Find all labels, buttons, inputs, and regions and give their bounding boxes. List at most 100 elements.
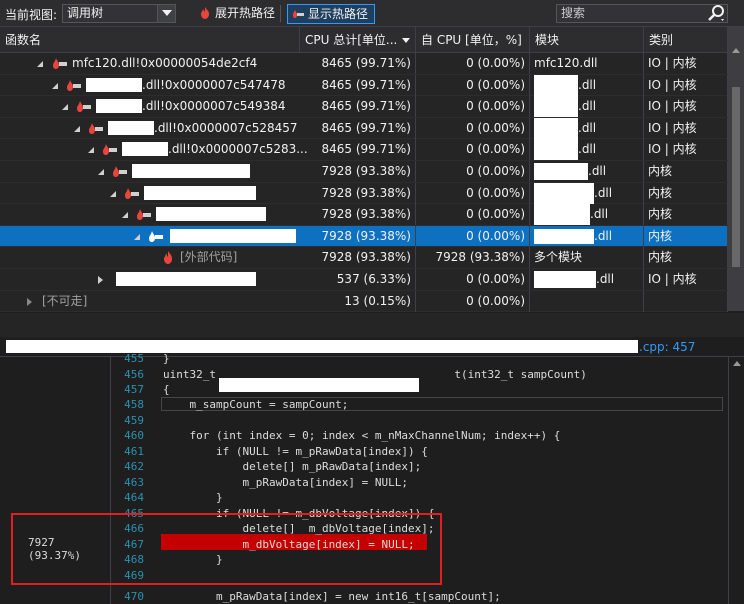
code-line: for (int index = 0; index < m_nMaxChanne… xyxy=(163,429,561,442)
collapse-toggle-icon[interactable] xyxy=(98,276,103,284)
cpu-total-cell: 8465 (99.71%) xyxy=(300,117,416,139)
editor-scrollbar[interactable] xyxy=(728,357,744,604)
annotation-highlight-box xyxy=(11,513,442,585)
line-number: 456 xyxy=(124,367,144,381)
table-row[interactable]: 537 (6.33%) 0 (0.00%) .dll IO | 内核 xyxy=(0,269,728,291)
search-input[interactable]: 搜索 xyxy=(556,4,728,23)
source-file-link[interactable]: .cpp: 457 xyxy=(639,340,695,354)
scroll-thumb[interactable] xyxy=(732,87,740,267)
line-number: 461 xyxy=(124,444,144,458)
function-name-cell: mfc120.dll!0x00000054de2cf4 xyxy=(0,53,300,74)
cpu-total-cell: 7928 (93.38%) xyxy=(300,161,416,182)
function-name-cell: .dll!0x0000007c547478 xyxy=(0,75,300,96)
code-line: m_pRawData[index] = NULL; xyxy=(163,475,409,489)
toolbar-divider xyxy=(280,5,281,22)
sort-desc-icon xyxy=(402,38,410,43)
table-row-selected[interactable]: 7928 (93.38%) 0 (0.00%) .dll 内核 xyxy=(0,225,728,248)
self-cpu-cell: 7928 (93.38%) xyxy=(416,247,530,269)
redacted-block xyxy=(534,228,594,244)
module-name: .dll xyxy=(578,142,597,157)
redacted-block xyxy=(534,96,578,118)
panel-splitter[interactable] xyxy=(0,313,744,337)
code-line: delete[] m_pRawData[index]; xyxy=(163,460,422,473)
expand-toggle-icon[interactable] xyxy=(110,190,116,197)
chevron-down-icon[interactable] xyxy=(157,5,175,22)
show-hot-path-button[interactable]: 显示热路径 xyxy=(287,4,376,24)
search-icon[interactable] xyxy=(707,5,725,23)
line-number: 464 xyxy=(124,491,144,504)
module-name: .dll xyxy=(590,207,609,222)
category-cell: 内核 xyxy=(644,225,728,247)
expand-toggle-icon[interactable] xyxy=(37,61,43,67)
code-line: } xyxy=(163,352,170,365)
scroll-up-icon[interactable] xyxy=(732,48,740,53)
redacted-block xyxy=(534,271,596,288)
table-row[interactable]: .dll!0x0000007c547478 8465 (99.71%) 0 (0… xyxy=(0,74,728,97)
expand-hot-path-button[interactable]: 展开热路径 xyxy=(195,4,281,24)
table-row[interactable]: .dll!0x0000007c528457 8465 (99.71%) 0 (0… xyxy=(0,117,728,140)
table-row[interactable]: 7928 (93.38%) 0 (0.00%) .dll 内核 xyxy=(0,161,728,183)
function-name-cell xyxy=(0,183,300,204)
hot-path-icon xyxy=(89,122,103,134)
self-cpu-cell: 0 (0.00%) xyxy=(416,204,530,226)
module-name: .dll xyxy=(596,272,615,286)
vertical-scrollbar[interactable] xyxy=(728,27,744,311)
view-select[interactable]: 调用树 xyxy=(62,4,176,23)
category-cell: 内核 xyxy=(644,161,728,182)
line-number: 457 xyxy=(124,382,144,396)
module-cell: .dll xyxy=(530,117,644,139)
search-placeholder: 搜索 xyxy=(561,6,586,20)
collapse-toggle-icon[interactable] xyxy=(27,297,32,306)
column-category[interactable]: 类别 xyxy=(644,27,728,53)
function-name-cell: .dll!0x0000007c549384 xyxy=(0,96,300,117)
self-cpu-cell: 0 (0.00%) xyxy=(416,225,530,247)
self-cpu-cell: 0 (0.00%) xyxy=(416,74,530,96)
expand-toggle-icon[interactable] xyxy=(88,147,94,154)
call-tree-grid: 函数名 CPU 总计[单位... 自 CPU [单位，%] 模块 类别 mfc1… xyxy=(0,27,744,329)
table-row[interactable]: [外部代码] 7928 (93.38%) 7928 (93.38%) 多个模块 … xyxy=(0,247,728,269)
module-cell: .dll xyxy=(530,225,644,247)
hot-path-icon xyxy=(77,101,91,113)
cpu-total-cell: 7928 (93.38%) xyxy=(300,204,416,226)
redacted-block xyxy=(534,74,578,96)
table-row[interactable]: .dll!0x0000007c549384 8465 (99.71%) 0 (0… xyxy=(0,96,728,118)
redacted-block xyxy=(170,228,296,243)
code-line: uint32_t t(int32_t sampCount) xyxy=(163,367,587,381)
self-cpu-cell: 0 (0.00%) xyxy=(416,117,530,139)
table-row[interactable]: .dll!0x0000007c5283... 8465 (99.71%) 0 (… xyxy=(0,139,728,161)
self-cpu-cell: 0 (0.00%) xyxy=(416,269,530,290)
self-cpu-cell: 0 (0.00%) xyxy=(416,139,530,161)
column-module[interactable]: 模块 xyxy=(530,27,644,53)
column-cpu-total[interactable]: CPU 总计[单位... xyxy=(300,27,416,53)
cpu-total-cell: 537 (6.33%) xyxy=(300,269,416,290)
hot-path-icon xyxy=(149,230,163,242)
hot-path-icon xyxy=(53,58,67,69)
table-row[interactable]: 7928 (93.38%) 0 (0.00%) .dll 内核 xyxy=(0,182,728,205)
redacted-block xyxy=(144,185,256,200)
module-name: .dll xyxy=(578,120,597,135)
table-row[interactable]: mfc120.dll!0x00000054de2cf4 8465 (99.71%… xyxy=(0,53,728,75)
column-function-name[interactable]: 函数名 xyxy=(0,27,300,53)
expand-toggle-icon[interactable] xyxy=(52,82,58,89)
module-name: .dll xyxy=(594,228,613,243)
expand-toggle-icon[interactable] xyxy=(134,233,140,240)
expand-toggle-icon[interactable] xyxy=(122,212,128,219)
column-self-cpu[interactable]: 自 CPU [单位，%] xyxy=(416,27,530,53)
expand-toggle-icon[interactable] xyxy=(98,169,104,175)
code-line: m_sampCount = sampCount; xyxy=(163,398,349,411)
cpu-total-cell: 7928 (93.38%) xyxy=(300,225,416,247)
cpu-total-cell: 13 (0.15%) xyxy=(300,290,416,312)
redacted-block xyxy=(534,117,578,139)
scroll-up-icon[interactable] xyxy=(733,361,741,366)
function-name: [外部代码] xyxy=(180,250,238,265)
expand-toggle-icon[interactable] xyxy=(62,104,68,111)
expand-toggle-icon[interactable] xyxy=(74,125,80,132)
category-cell xyxy=(644,290,728,312)
function-name: .dll!0x0000007c549384 xyxy=(142,99,286,114)
table-row[interactable]: [不可走] 13 (0.15%) 0 (0.00%) xyxy=(0,290,728,313)
code-line: { xyxy=(163,382,170,396)
line-number: 470 xyxy=(124,590,144,603)
category-cell: IO | 内核 xyxy=(644,96,728,118)
table-row[interactable]: 7928 (93.38%) 0 (0.00%) .dll 内核 xyxy=(0,204,728,226)
flame-icon xyxy=(164,251,172,265)
